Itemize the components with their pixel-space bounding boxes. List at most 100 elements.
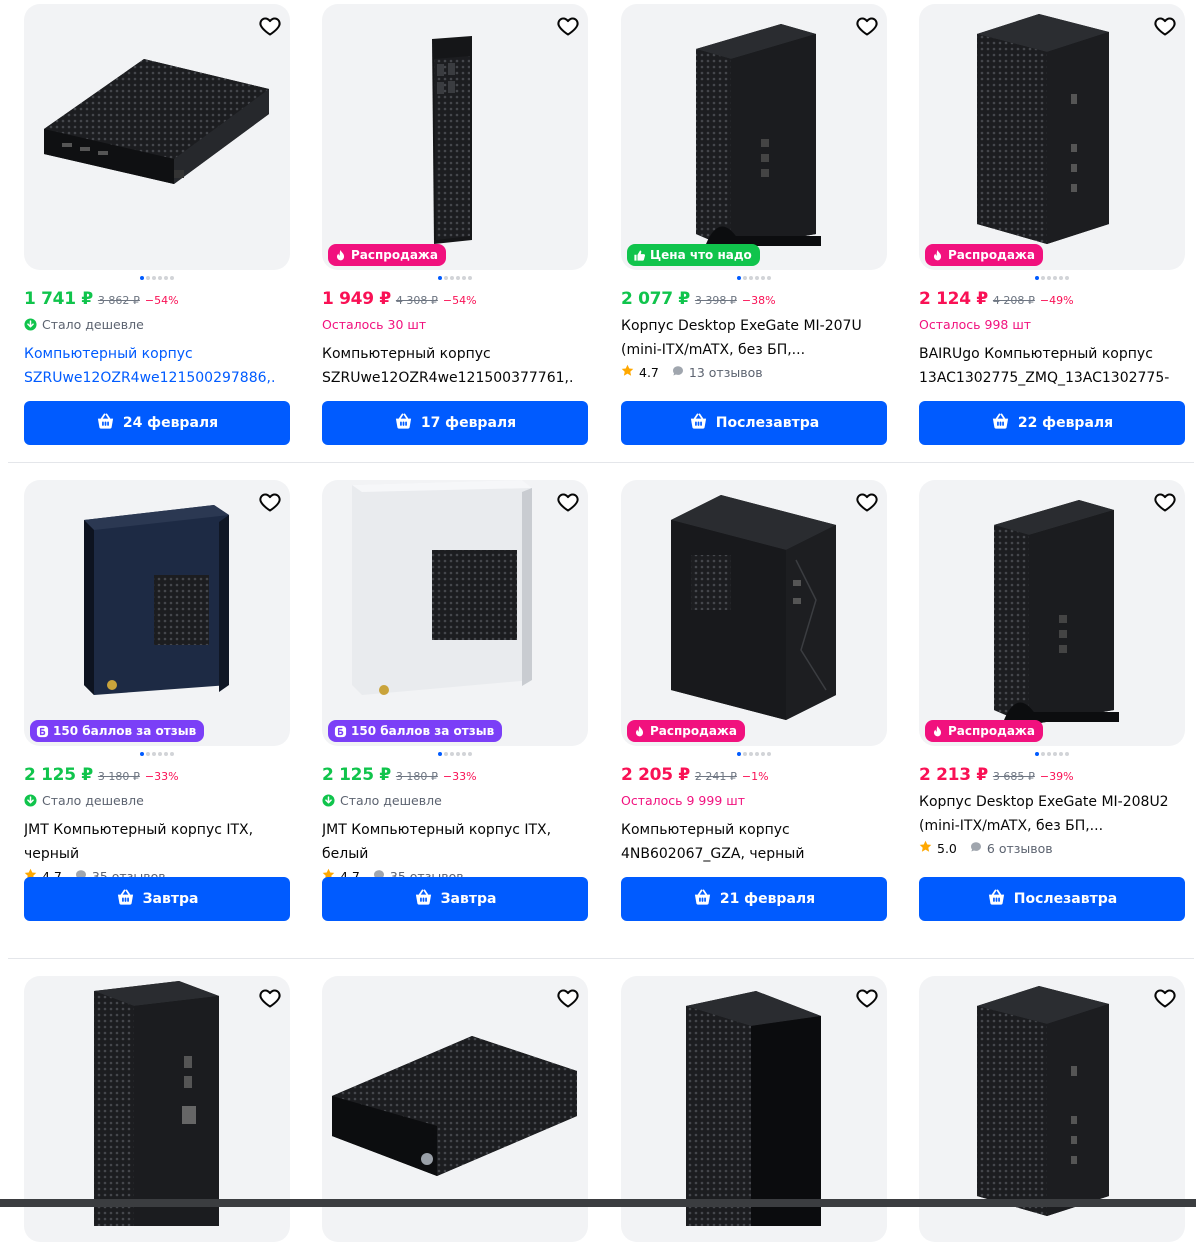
product-title[interactable]: BAIRUgo Компьютерный корпус 13AC1302775_Z…: [919, 342, 1169, 390]
product-title[interactable]: Компьютерный корпус SZRUwe12OZR4we1215002…: [24, 342, 274, 390]
rating-row[interactable]: 5.0 6 отзывов: [919, 840, 1053, 856]
heart-icon[interactable]: [1153, 490, 1177, 514]
pager-dot[interactable]: [170, 276, 174, 280]
pager-dot[interactable]: [462, 752, 466, 756]
add-to-cart-button[interactable]: 24 февраля: [24, 401, 290, 445]
product-card[interactable]: Распродажа 2 205 ₽ 2 241 ₽ −1% Осталось …: [621, 480, 887, 922]
heart-icon[interactable]: [855, 986, 879, 1010]
image-pager[interactable]: [322, 276, 588, 282]
heart-icon[interactable]: [258, 986, 282, 1010]
product-title[interactable]: Компьютерный корпус 4NB602067_GZA, черный: [621, 818, 871, 866]
product-card[interactable]: 1 741 ₽ 3 862 ₽ −54% Стало дешевле Компью…: [24, 4, 290, 446]
pager-dot[interactable]: [749, 276, 753, 280]
product-image[interactable]: 150 баллов за отзыв: [322, 480, 588, 746]
add-to-cart-button[interactable]: 22 февраля: [919, 401, 1185, 445]
pager-dot[interactable]: [462, 276, 466, 280]
pager-dot[interactable]: [164, 752, 168, 756]
pager-dot[interactable]: [1059, 276, 1063, 280]
pager-dot[interactable]: [755, 752, 759, 756]
product-image[interactable]: Распродажа: [919, 480, 1185, 746]
product-card[interactable]: Цена что надо 2 077 ₽ 3 398 ₽ −38% Корпу…: [621, 4, 887, 446]
product-card[interactable]: Распродажа 2 124 ₽ 4 208 ₽ −49% Осталось…: [919, 4, 1185, 446]
product-image[interactable]: Цена что надо: [621, 4, 887, 270]
horizontal-scrollbar[interactable]: [0, 1199, 1196, 1207]
rating-row[interactable]: 4.7 13 отзывов: [621, 364, 763, 380]
image-pager[interactable]: [621, 276, 887, 282]
add-to-cart-button[interactable]: Завтра: [24, 877, 290, 921]
pager-dot[interactable]: [164, 276, 168, 280]
product-card[interactable]: Распродажа 1 949 ₽ 4 308 ₽ −54% Осталось…: [322, 4, 588, 446]
pager-dot[interactable]: [158, 752, 162, 756]
pager-dot[interactable]: [1035, 752, 1039, 756]
heart-icon[interactable]: [1153, 986, 1177, 1010]
pager-dot[interactable]: [737, 752, 741, 756]
product-title[interactable]: Корпус Desktop ExeGate MI-208U2 (mini-ITX…: [919, 790, 1169, 838]
pager-dot[interactable]: [456, 276, 460, 280]
add-to-cart-button[interactable]: Завтра: [322, 877, 588, 921]
pager-dot[interactable]: [140, 752, 144, 756]
pager-dot[interactable]: [438, 276, 442, 280]
pager-dot[interactable]: [1053, 276, 1057, 280]
add-to-cart-button[interactable]: Послезавтра: [919, 877, 1185, 921]
image-pager[interactable]: [24, 752, 290, 758]
pager-dot[interactable]: [1047, 752, 1051, 756]
product-title[interactable]: JMT Компьютерный корпус ITX, белый: [322, 818, 572, 866]
add-to-cart-button[interactable]: Послезавтра: [621, 401, 887, 445]
pager-dot[interactable]: [761, 752, 765, 756]
pager-dot[interactable]: [1041, 752, 1045, 756]
add-to-cart-button[interactable]: 17 февраля: [322, 401, 588, 445]
heart-icon[interactable]: [556, 490, 580, 514]
heart-icon[interactable]: [258, 490, 282, 514]
heart-icon[interactable]: [855, 14, 879, 38]
pager-dot[interactable]: [1035, 276, 1039, 280]
pager-dot[interactable]: [761, 276, 765, 280]
pager-dot[interactable]: [140, 276, 144, 280]
pager-dot[interactable]: [438, 752, 442, 756]
product-image[interactable]: 150 баллов за отзыв: [24, 480, 290, 746]
heart-icon[interactable]: [1153, 14, 1177, 38]
add-to-cart-button[interactable]: 21 февраля: [621, 877, 887, 921]
heart-icon[interactable]: [556, 986, 580, 1010]
image-pager[interactable]: [24, 276, 290, 282]
pager-dot[interactable]: [146, 276, 150, 280]
pager-dot[interactable]: [444, 752, 448, 756]
pager-dot[interactable]: [152, 752, 156, 756]
heart-icon[interactable]: [855, 490, 879, 514]
product-image[interactable]: Распродажа: [621, 480, 887, 746]
pager-dot[interactable]: [743, 752, 747, 756]
pager-dot[interactable]: [170, 752, 174, 756]
pager-dot[interactable]: [755, 276, 759, 280]
pager-dot[interactable]: [450, 752, 454, 756]
product-title[interactable]: JMT Компьютерный корпус ITX, черный: [24, 818, 274, 866]
product-card[interactable]: Распродажа 2 213 ₽ 3 685 ₽ −39% Корпус D…: [919, 480, 1185, 922]
product-image[interactable]: Распродажа: [322, 4, 588, 270]
pager-dot[interactable]: [1053, 752, 1057, 756]
pager-dot[interactable]: [1065, 752, 1069, 756]
product-card[interactable]: 150 баллов за отзыв 2 125 ₽ 3 180 ₽ −33%…: [322, 480, 588, 922]
pager-dot[interactable]: [1059, 752, 1063, 756]
image-pager[interactable]: [322, 752, 588, 758]
heart-icon[interactable]: [258, 14, 282, 38]
pager-dot[interactable]: [444, 276, 448, 280]
product-image[interactable]: [24, 4, 290, 270]
product-image[interactable]: Распродажа: [919, 4, 1185, 270]
heart-icon[interactable]: [556, 14, 580, 38]
pager-dot[interactable]: [737, 276, 741, 280]
pager-dot[interactable]: [743, 276, 747, 280]
pager-dot[interactable]: [767, 752, 771, 756]
pager-dot[interactable]: [456, 752, 460, 756]
pager-dot[interactable]: [1065, 276, 1069, 280]
product-title[interactable]: Корпус Desktop ExeGate MI-207U (mini-ITX/…: [621, 314, 871, 362]
pager-dot[interactable]: [158, 276, 162, 280]
image-pager[interactable]: [621, 752, 887, 758]
pager-dot[interactable]: [146, 752, 150, 756]
pager-dot[interactable]: [468, 276, 472, 280]
image-pager[interactable]: [919, 752, 1185, 758]
product-title[interactable]: Компьютерный корпус SZRUwe12OZR4we1215003…: [322, 342, 572, 390]
image-pager[interactable]: [919, 276, 1185, 282]
product-card[interactable]: 150 баллов за отзыв 2 125 ₽ 3 180 ₽ −33%…: [24, 480, 290, 922]
pager-dot[interactable]: [152, 276, 156, 280]
pager-dot[interactable]: [749, 752, 753, 756]
pager-dot[interactable]: [468, 752, 472, 756]
pager-dot[interactable]: [450, 276, 454, 280]
